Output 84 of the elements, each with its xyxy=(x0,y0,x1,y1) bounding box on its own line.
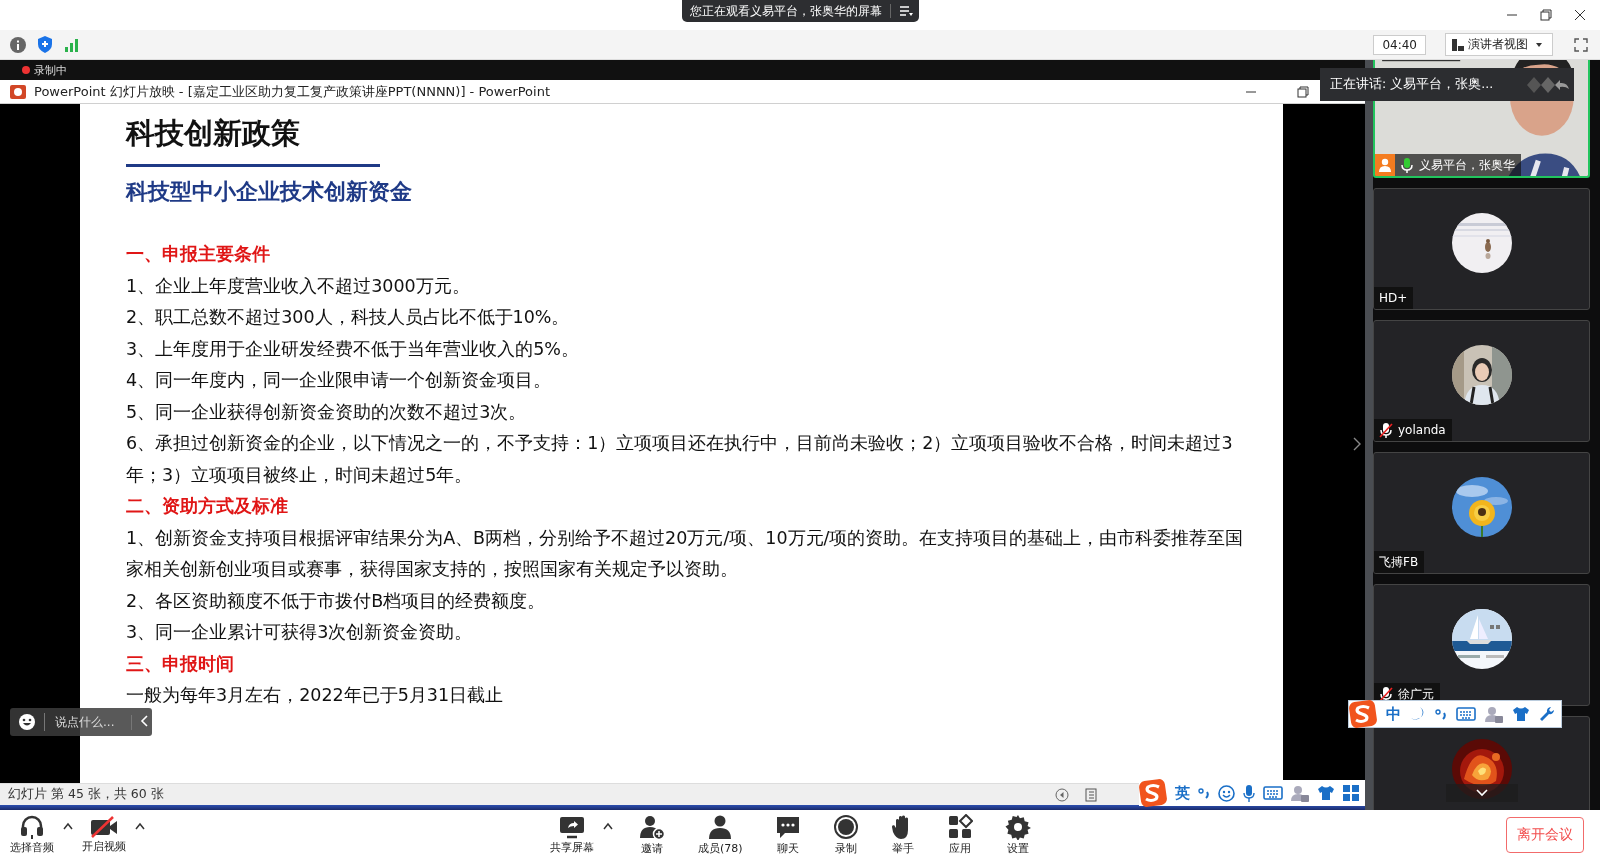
section-heading: 二、资助方式及标准 xyxy=(126,495,289,518)
caret-icon[interactable] xyxy=(62,822,74,830)
expand-panel-icon[interactable] xyxy=(1353,436,1361,451)
slide-title: 科技创新政策 xyxy=(126,115,300,152)
slide-text: 2、各区资助额度不低于市拨付B档项目的经费额度。 xyxy=(126,589,547,613)
participant-name: 飞搏FB xyxy=(1379,553,1419,571)
chevron-down-icon xyxy=(1476,789,1488,797)
slide-text: 3、上年度用于企业研发经费不低于当年营业收入的5%。 xyxy=(126,337,580,361)
close-icon[interactable] xyxy=(1574,9,1586,21)
grid-icon[interactable] xyxy=(1343,785,1359,801)
chat-icon xyxy=(776,816,799,838)
previous-icon[interactable] xyxy=(1055,787,1069,802)
toolbar-button[interactable]: 聊天 xyxy=(766,810,809,859)
slide-text: 4、同一年度内，同一企业限申请一个创新资金项目。 xyxy=(126,369,553,392)
shirt-icon[interactable] xyxy=(1317,785,1335,801)
caret-icon[interactable] xyxy=(602,822,614,830)
chat-field[interactable]: 说点什么... xyxy=(10,708,152,736)
people-icon xyxy=(709,815,732,839)
notes-icon[interactable] xyxy=(1085,787,1097,802)
user-icon[interactable] xyxy=(1291,784,1309,802)
slide-text: 6、承担过创新资金的企业，以下情况之一的，不予支持：1）立项项目还在执行中，目前尚未验收；2）立项项目验收不合格，时间未超过3年；3）立项项目被终止，时间未超过5年。 xyxy=(126,432,1234,487)
powerpoint-icon xyxy=(10,83,26,100)
participant-name: yolanda xyxy=(1398,423,1446,437)
settings-icon xyxy=(1005,814,1031,840)
user-icon[interactable] xyxy=(1485,705,1503,723)
toolbar-button[interactable]: 应用 xyxy=(938,810,981,859)
slide-text: 3、同一企业累计可获得3次创新资金资助。 xyxy=(126,621,474,644)
participant-name: 徐广元 xyxy=(1398,685,1434,703)
record-icon xyxy=(833,814,858,839)
punctuation-icon[interactable] xyxy=(1435,707,1447,721)
caret-icon[interactable] xyxy=(134,822,146,830)
punctuation-icon[interactable] xyxy=(1198,786,1210,800)
add-person-icon xyxy=(640,815,666,840)
toolbar-button[interactable]: 开启视频 xyxy=(74,810,134,859)
slide-text: 2、职工总数不超过300人，科技人员占比不低于10%。 xyxy=(126,306,571,329)
share-screen-icon xyxy=(560,816,584,838)
restore-icon[interactable] xyxy=(1297,85,1309,98)
emoji-icon[interactable] xyxy=(18,713,36,731)
participant-name: HD+ xyxy=(1379,291,1408,305)
slide-subtitle: 科技型中小企业技术创新资金 xyxy=(126,178,413,206)
shirt-icon[interactable] xyxy=(1512,706,1530,722)
toolbar-button[interactable]: 邀请 xyxy=(630,810,674,859)
info-icon[interactable] xyxy=(10,36,26,53)
collapse-icon[interactable] xyxy=(140,714,148,727)
keyboard-icon[interactable] xyxy=(1456,707,1476,721)
slide-counter: 幻灯片 第 45 张，共 60 张 xyxy=(8,786,164,803)
toolbar-button[interactable]: 设置 xyxy=(996,810,1039,859)
recording-label: 录制中 xyxy=(34,62,67,78)
speaking-text: 正在讲话: 义易平台，张奥... xyxy=(1330,76,1494,93)
input-mode: 英 xyxy=(1175,783,1190,803)
toolbar-button[interactable]: 共享屏幕 xyxy=(542,810,602,859)
toolbar-button[interactable]: 选择音频 xyxy=(2,810,62,859)
slide-text: 5、同一企业获得创新资金资助的次数不超过3次。 xyxy=(126,400,528,424)
menu-icon[interactable] xyxy=(899,5,913,17)
slide-text: 1、企业上年度营业收入不超过3000万元。 xyxy=(126,274,471,298)
chat-input[interactable]: 说点什么... xyxy=(45,715,123,729)
recording-dot-icon xyxy=(22,66,30,74)
toolbar-button[interactable]: 举手 xyxy=(882,810,923,859)
slide-text: 1、创新资金支持项目根据评审结果分为A、B两档，分别给予不超过20万元/项、10万元/项的资助。在支持项目的基础上，由市科委推荐至国家相关创新创业项目或赛事，获得国家支持的，按照国家有关规定予以资助。 xyxy=(126,526,1245,581)
toolbar-button[interactable]: 录制 xyxy=(824,810,867,859)
headphones-icon xyxy=(21,815,43,839)
scroll-down-button[interactable] xyxy=(1446,784,1518,802)
wrench-icon[interactable] xyxy=(1539,706,1555,722)
person-icon xyxy=(1378,158,1392,172)
keyboard-icon[interactable] xyxy=(1263,786,1283,800)
microphone-icon[interactable] xyxy=(1243,784,1255,802)
camera-off-icon xyxy=(91,815,117,838)
fullscreen-icon[interactable] xyxy=(1574,37,1588,52)
slide-text: 一般为每年3月左右，2022年已于5月31日截止 xyxy=(126,684,505,707)
restore-icon[interactable] xyxy=(1540,9,1552,21)
apps-icon xyxy=(948,813,973,838)
shield-icon[interactable] xyxy=(37,36,53,53)
meeting-timer: 04:40 xyxy=(1373,34,1426,55)
layout-icon xyxy=(1452,38,1464,51)
banner-text: 您正在观看义易平台，张奥华的屏幕 xyxy=(690,2,882,20)
hand-icon xyxy=(891,814,908,839)
leave-meeting-button[interactable]: 离开会议 xyxy=(1506,816,1584,853)
section-heading: 三、申报时间 xyxy=(126,652,235,676)
window-title: PowerPoint 幻灯片放映 - [嘉定工业区助力复工复产政策讲座PPT(NNNN)] - PowerPoint xyxy=(34,82,550,101)
input-mode: 中 xyxy=(1386,704,1401,724)
view-button[interactable]: 演讲者视图 xyxy=(1445,33,1553,56)
section-heading: 一、申报主要条件 xyxy=(126,243,271,266)
toolbar-button[interactable]: 成员(78) xyxy=(690,810,751,859)
participant-name: 义易平台，张奥华 xyxy=(1419,156,1515,174)
